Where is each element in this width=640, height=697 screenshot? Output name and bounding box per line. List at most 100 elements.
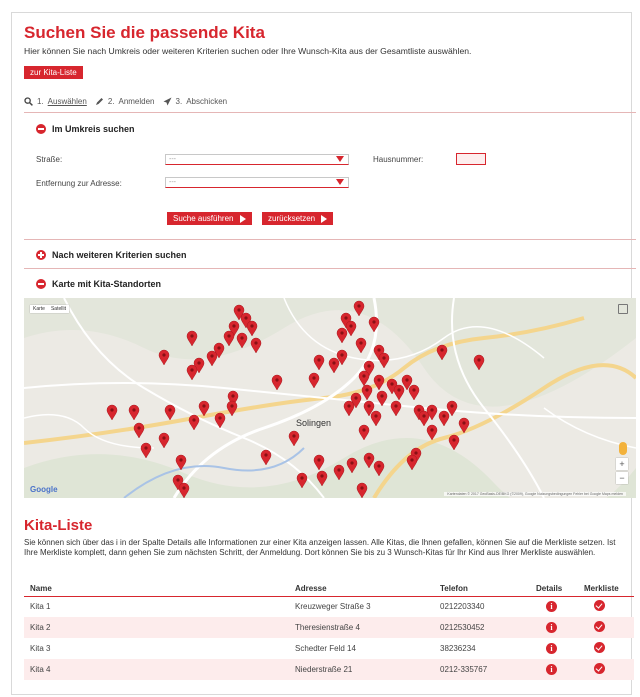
step-1-link[interactable]: Auswählen <box>48 97 87 106</box>
map-pin-icon[interactable] <box>370 410 382 427</box>
map-pin-icon[interactable] <box>361 384 373 401</box>
step-2-link[interactable]: Anmelden <box>118 97 154 106</box>
map-pin-icon[interactable] <box>363 452 375 469</box>
map-pin-icon[interactable] <box>448 434 460 451</box>
send-icon <box>163 97 172 106</box>
map-pin-icon[interactable] <box>438 410 450 427</box>
map-pin-icon[interactable] <box>175 454 187 471</box>
map-pin-icon[interactable] <box>373 460 385 477</box>
map-type-toggle[interactable]: Karte Satellit <box>30 305 69 313</box>
map-pin-icon[interactable] <box>186 364 198 381</box>
row-phone: 0212530452 <box>434 617 530 638</box>
info-icon[interactable]: i <box>546 601 557 613</box>
map-attribution[interactable]: Kartendaten © 2017 GeoBasis-DE/BKG (©200… <box>444 492 626 496</box>
kita-list-button[interactable]: zur Kita-Liste <box>24 66 83 79</box>
map-pin-icon[interactable] <box>158 349 170 366</box>
map-pin-icon[interactable] <box>250 337 262 354</box>
map-pin-icon[interactable] <box>236 332 248 349</box>
map-pin-icon[interactable] <box>206 350 218 367</box>
map-pin-icon[interactable] <box>106 404 118 421</box>
map-pin-icon[interactable] <box>418 410 430 427</box>
zoom-in-button[interactable]: + <box>616 458 628 470</box>
fullscreen-icon[interactable] <box>618 304 628 314</box>
row-address: Theresienstraße 4 <box>289 617 434 638</box>
info-icon[interactable]: i <box>546 643 557 654</box>
map-pin-icon[interactable] <box>214 412 226 429</box>
map-pin-icon[interactable] <box>345 320 357 337</box>
map-pin-icon[interactable] <box>378 352 390 369</box>
map-pin-icon[interactable] <box>164 404 176 421</box>
map-pin-icon[interactable] <box>358 370 370 387</box>
map-pin-icon[interactable] <box>358 424 370 441</box>
info-icon[interactable]: i <box>546 622 557 633</box>
add-to-watchlist-icon[interactable] <box>594 642 605 653</box>
map-pin-icon[interactable] <box>393 384 405 401</box>
map-pin-icon[interactable] <box>343 400 355 417</box>
map-pin-icon[interactable] <box>296 472 308 489</box>
search-button[interactable]: Suche ausführen <box>167 212 252 225</box>
expand-icon <box>36 250 46 260</box>
map-pin-icon[interactable] <box>158 432 170 449</box>
column-header-address: Adresse <box>289 582 434 597</box>
map-pin-icon[interactable] <box>473 354 485 371</box>
section-map-header[interactable]: Karte mit Kita-Standorten <box>36 279 161 289</box>
map-toggle-map[interactable]: Karte <box>33 306 45 312</box>
map-pins[interactable] <box>24 298 636 498</box>
add-to-watchlist-icon[interactable] <box>594 621 605 632</box>
map-pin-icon[interactable] <box>390 400 402 417</box>
map-pin-icon[interactable] <box>426 424 438 441</box>
map-pin-icon[interactable] <box>356 482 368 498</box>
distance-select[interactable]: --- <box>165 177 349 188</box>
step-3-link[interactable]: Abschicken <box>186 97 227 106</box>
map-pin-icon[interactable] <box>198 400 210 417</box>
map-toggle-satellite[interactable]: Satellit <box>51 306 66 312</box>
map-pin-icon[interactable] <box>288 430 300 447</box>
map-pin-icon[interactable] <box>353 300 365 317</box>
column-header-watchlist: Merkliste <box>578 582 634 597</box>
map-pin-icon[interactable] <box>223 330 235 347</box>
page-title: Suchen Sie die passende Kita <box>24 23 265 42</box>
row-name: Kita 1 <box>30 602 51 612</box>
map-pin-icon[interactable] <box>346 457 358 474</box>
house-number-input[interactable] <box>456 153 486 165</box>
map-pin-icon[interactable] <box>406 454 418 471</box>
kita-map[interactable]: Karte Satellit Solingen + − Google Karte… <box>24 298 636 498</box>
zoom-out-button[interactable]: − <box>616 472 628 484</box>
step-navigation: 1. Auswählen 2. Anmelden 3. Abschicken <box>24 97 227 106</box>
map-pin-icon[interactable] <box>260 449 272 466</box>
map-pin-icon[interactable] <box>246 320 258 337</box>
map-pin-icon[interactable] <box>368 316 380 333</box>
map-pin-icon[interactable] <box>313 354 325 371</box>
map-pin-icon[interactable] <box>308 372 320 389</box>
map-pin-icon[interactable] <box>133 422 145 439</box>
section-criteria-header[interactable]: Nach weiteren Kriterien suchen <box>36 250 187 260</box>
map-pin-icon[interactable] <box>140 442 152 459</box>
map-pin-icon[interactable] <box>271 374 283 391</box>
step-2-number: 2. <box>107 97 115 106</box>
map-pin-icon[interactable] <box>336 327 348 344</box>
section-umkreis-header[interactable]: Im Umkreis suchen <box>36 124 135 134</box>
map-pin-icon[interactable] <box>186 330 198 347</box>
map-pin-icon[interactable] <box>355 337 367 354</box>
street-select[interactable]: --- <box>165 154 349 165</box>
add-to-watchlist-icon[interactable] <box>594 663 605 674</box>
map-pin-icon[interactable] <box>128 404 140 421</box>
add-to-watchlist-icon[interactable] <box>594 600 605 612</box>
reset-button-label: zurücksetzen <box>268 214 316 223</box>
pegman-icon[interactable] <box>619 442 627 455</box>
map-pin-icon[interactable] <box>376 390 388 407</box>
map-pin-icon[interactable] <box>316 470 328 487</box>
map-pin-icon[interactable] <box>436 344 448 361</box>
map-pin-icon[interactable] <box>226 400 238 417</box>
play-icon <box>321 214 328 223</box>
map-pin-icon[interactable] <box>178 482 190 498</box>
map-pin-icon[interactable] <box>313 454 325 471</box>
map-pin-icon[interactable] <box>188 414 200 431</box>
map-pin-icon[interactable] <box>373 374 385 391</box>
map-pin-icon[interactable] <box>328 357 340 374</box>
map-pin-icon[interactable] <box>333 464 345 481</box>
info-icon[interactable]: i <box>546 664 557 675</box>
map-pin-icon[interactable] <box>408 384 420 401</box>
reset-button[interactable]: zurücksetzen <box>262 212 334 225</box>
map-pin-icon[interactable] <box>458 417 470 434</box>
